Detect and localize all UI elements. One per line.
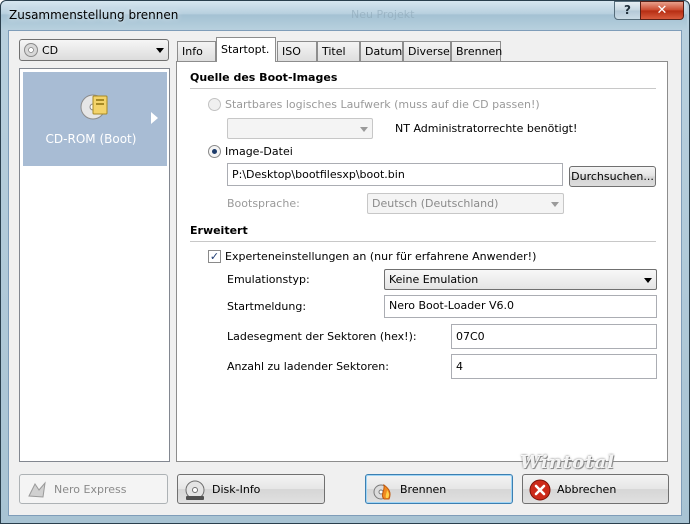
- nero-express-icon: [28, 481, 46, 498]
- chevron-right-icon: [151, 112, 158, 124]
- drive-dropdown[interactable]: [227, 118, 373, 139]
- image-option-label: Image-Datei: [225, 145, 293, 158]
- emulation-type-value: Keine Emulation: [389, 273, 479, 286]
- tab-titel[interactable]: Titel: [317, 41, 360, 61]
- cancel-x-icon: [529, 479, 551, 501]
- cancel-button[interactable]: Abbrechen: [522, 474, 669, 504]
- nero-express-label: Nero Express: [54, 483, 127, 496]
- image-path-field[interactable]: P:\Desktop\bootfilesxp\boot.bin: [227, 163, 563, 186]
- chevron-down-icon: [360, 126, 368, 132]
- sector-count-field[interactable]: 4: [451, 354, 657, 379]
- disc-type-dropdown[interactable]: CD: [19, 39, 169, 61]
- tab-iso[interactable]: ISO: [277, 41, 317, 61]
- emulation-type-dropdown[interactable]: Keine Emulation: [384, 269, 657, 290]
- chevron-down-icon: [551, 201, 559, 207]
- sector-count-label: Anzahl zu ladender Sektoren:: [227, 360, 389, 373]
- list-item-label: CD-ROM (Boot): [45, 132, 137, 146]
- burn-button[interactable]: Brennen: [365, 474, 513, 504]
- window-title: Zusammenstellung brennen: [9, 8, 179, 22]
- drive-option-label: Startbares logisches Laufwerk (muss auf …: [225, 98, 540, 111]
- close-button[interactable]: ✕: [640, 1, 684, 20]
- wintotal-watermark: Wintotal: [520, 452, 615, 473]
- tab-startopt[interactable]: Startopt.: [216, 37, 276, 62]
- advanced-heading: Erweitert: [190, 224, 248, 237]
- boot-language-value: Deutsch (Deutschland): [372, 197, 499, 210]
- disk-info-label: Disk-Info: [212, 483, 261, 496]
- help-button[interactable]: ?: [614, 1, 641, 20]
- browse-button[interactable]: Durchsuchen...: [569, 166, 656, 187]
- tab-diverse[interactable]: Diverse: [403, 41, 451, 61]
- drive-radio[interactable]: [208, 98, 221, 111]
- expert-settings-label: Experteneinstellungen an (nur für erfahr…: [225, 250, 537, 263]
- cancel-label: Abbrechen: [557, 483, 617, 496]
- disc-type-value: CD: [42, 44, 59, 57]
- chevron-down-icon: [644, 277, 652, 283]
- boot-language-dropdown[interactable]: Deutsch (Deutschland): [367, 193, 564, 214]
- load-segment-field[interactable]: 07C0: [451, 324, 657, 349]
- separator: [190, 241, 656, 242]
- tab-info[interactable]: Info: [177, 41, 216, 61]
- start-message-label: Startmeldung:: [227, 300, 307, 313]
- boot-language-label: Bootsprache:: [227, 197, 300, 210]
- emulation-type-label: Emulationstyp:: [227, 273, 310, 286]
- list-item-cdrom-boot[interactable]: CD-ROM (Boot): [23, 72, 167, 166]
- admin-rights-note: NT Administratorrechte benötigt!: [395, 122, 578, 135]
- burn-label: Brennen: [400, 483, 447, 496]
- separator: [190, 88, 656, 89]
- burn-flame-icon: [373, 483, 391, 500]
- title-bar[interactable]: Zusammenstellung brennen Neu Projekt: [1, 1, 687, 29]
- cd-icon: [24, 43, 38, 57]
- expert-settings-checkbox[interactable]: ✓: [208, 250, 221, 263]
- boot-disc-icon: [80, 94, 108, 120]
- disk-info-icon: [185, 480, 205, 500]
- start-message-field[interactable]: Nero Boot-Loader V6.0: [384, 295, 657, 318]
- chevron-down-icon: [156, 48, 164, 53]
- nero-express-button[interactable]: Nero Express: [19, 474, 168, 504]
- load-segment-label: Ladesegment der Sektoren (hex!):: [227, 330, 417, 343]
- disk-info-button[interactable]: Disk-Info: [177, 474, 325, 504]
- boot-source-heading: Quelle des Boot-Images: [190, 71, 338, 84]
- compilation-type-list[interactable]: CD-ROM (Boot): [19, 68, 170, 462]
- tab-brennen[interactable]: Brennen: [451, 41, 502, 61]
- background-window-title: Neu Projekt: [351, 8, 415, 21]
- image-file-radio[interactable]: [208, 145, 221, 158]
- tab-datum[interactable]: Datum: [360, 41, 403, 61]
